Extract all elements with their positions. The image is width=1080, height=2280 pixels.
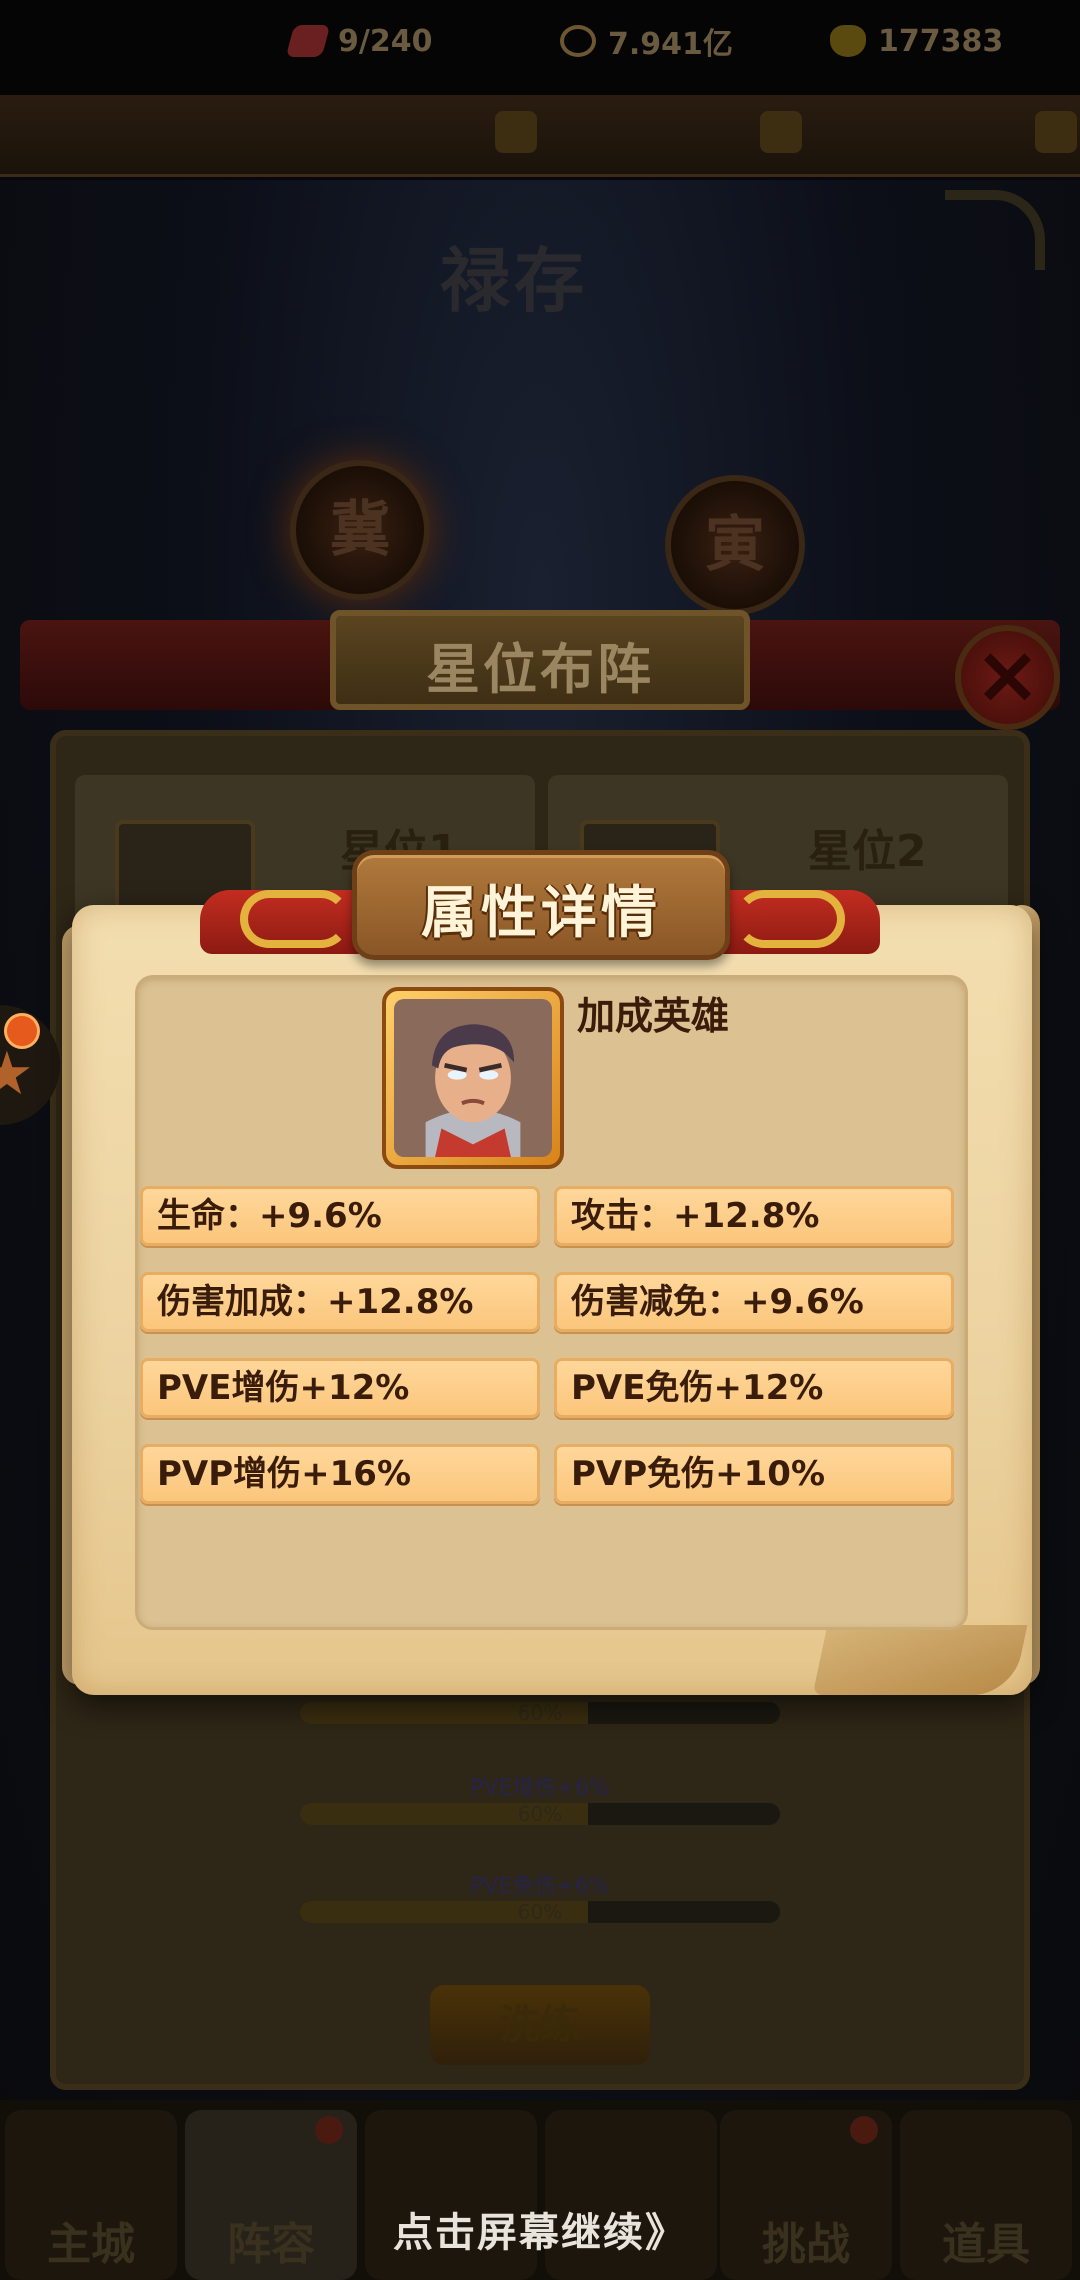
bonus-hero-label: 加成英雄 [577,994,730,1038]
diamond-icon [830,25,866,57]
scroll-curl [812,1625,1028,1695]
stat-damage-bonus: 伤害加成：+12.8% [140,1272,540,1332]
zodiac-node-right[interactable]: 寅 [665,475,805,615]
formation-title: 星位布阵 [426,638,654,701]
stat-progress-percent: 60% [517,1901,563,1923]
zodiac-node-left[interactable]: 冀 [290,460,430,600]
hero-portrait [382,987,564,1169]
stat-label: PVE免伤+6% [470,1874,610,1899]
page-title: 禄存 [440,239,588,322]
stat-pve-defense: PVE免伤+12% [554,1358,954,1418]
stat-pvp-damage: PVP增伤+16% [140,1444,540,1504]
energy-counter: 9/240 [285,0,432,82]
add-energy-button[interactable] [495,111,537,153]
notification-dot [315,2116,343,2144]
energy-icon [285,25,331,57]
notification-dot [850,2116,878,2144]
tap-to-continue[interactable]: 点击屏幕继续》 [0,2200,1080,2258]
gold-swirl-right [735,890,845,948]
hero-avatar-icon [394,999,552,1157]
stat-progress-bar: 60% [300,1702,780,1724]
slot-2-name: 星位2 [808,826,927,877]
gold-swirl-left [240,890,350,948]
gold-counter: 7.941亿 [560,0,733,82]
stat-label: PVE增伤+6% [470,1776,610,1801]
stat-pve-damage: PVE增伤+12% [140,1358,540,1418]
add-gold-button[interactable] [760,111,802,153]
stat-progress-bar: 60% [300,1803,780,1825]
stat-damage-reduction: 伤害减免：+9.6% [554,1272,954,1332]
coin-icon [560,25,596,57]
close-icon[interactable]: × [955,625,1060,730]
notification-dot [4,1013,40,1049]
resource-bar [0,95,1080,177]
stat-attack: 攻击：+12.8% [554,1186,954,1246]
stat-progress-bar: 60% [300,1901,780,1923]
stat-hp: 生命：+9.6% [140,1186,540,1246]
wash-button[interactable]: 洗练 [430,1985,650,2065]
modal-title: 属性详情 [421,881,661,946]
add-diamond-button[interactable] [1035,111,1077,153]
stat-progress-percent: 60% [517,1702,563,1724]
star-icon: ★ [0,1039,34,1109]
stat-progress-percent: 60% [517,1803,563,1825]
diamond-counter: 177383 [830,0,1003,82]
stat-pvp-defense: PVP免伤+10% [554,1444,954,1504]
